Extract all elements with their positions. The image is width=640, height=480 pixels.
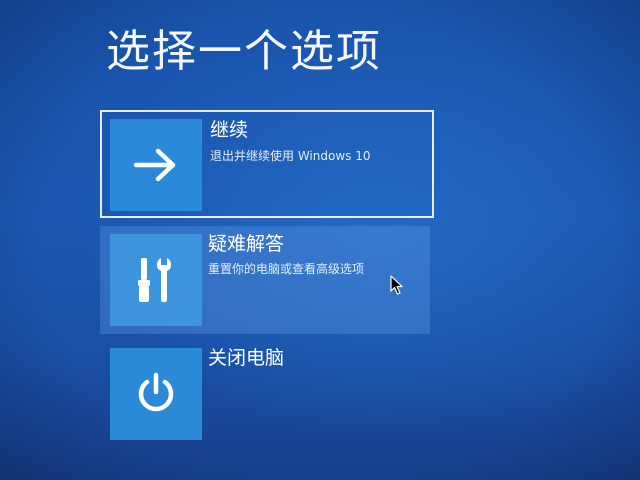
- option-continue[interactable]: 继续 退出并继续使用 Windows 10: [100, 110, 434, 218]
- option-troubleshoot-subtitle: 重置你的电脑或查看高级选项: [208, 262, 365, 276]
- option-continue-title: 继续: [210, 119, 249, 141]
- option-troubleshoot[interactable]: 疑难解答 重置你的电脑或查看高级选项: [100, 226, 430, 334]
- page-title: 选择一个选项: [106, 26, 382, 77]
- power-icon: [138, 372, 174, 412]
- mouse-cursor-icon: [390, 275, 403, 295]
- option-continue-tile: [110, 119, 202, 211]
- option-shutdown-tile: [110, 348, 202, 440]
- arrow-right-icon: [133, 148, 176, 182]
- option-troubleshoot-title: 疑难解答: [208, 233, 285, 255]
- option-shutdown[interactable]: 关闭电脑: [100, 343, 434, 451]
- option-troubleshoot-tile: [110, 234, 202, 326]
- option-shutdown-title: 关闭电脑: [208, 347, 285, 369]
- tools-icon: [138, 258, 171, 303]
- option-continue-subtitle: 退出并继续使用 Windows 10: [210, 149, 371, 163]
